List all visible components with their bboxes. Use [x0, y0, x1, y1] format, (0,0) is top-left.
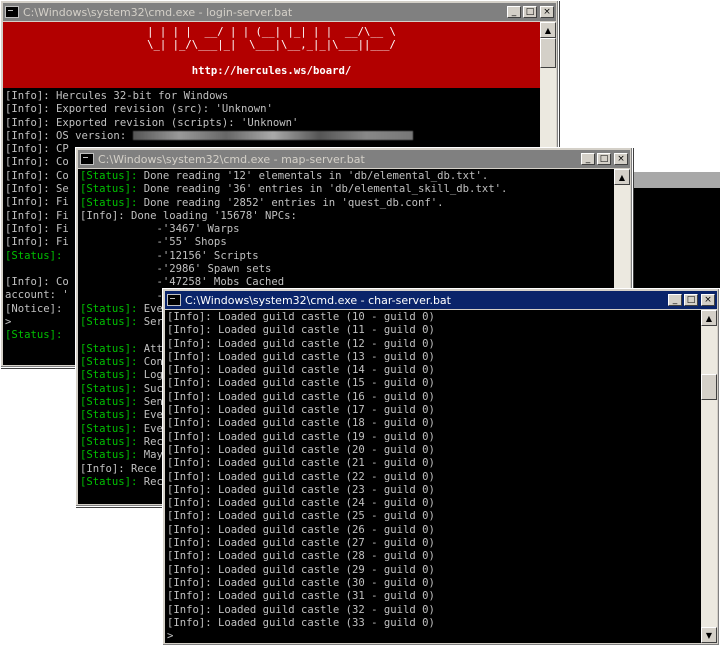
- char-server-window[interactable]: C:\Windows\system32\cmd.exe - char-serve…: [162, 288, 720, 646]
- close-button[interactable]: ×: [540, 6, 554, 18]
- minimize-button[interactable]: _: [668, 294, 682, 306]
- close-button[interactable]: ×: [614, 153, 628, 165]
- log-line: [Info]: Loaded guild castle (16 - guild …: [167, 390, 435, 403]
- log-line: [Info]: Loaded guild castle (22 - guild …: [167, 470, 435, 483]
- log-line: [Info]: Loaded guild castle (23 - guild …: [167, 483, 435, 496]
- log-line: [Info]: Exported revision (src): 'Unknow…: [5, 103, 273, 116]
- log-line: [Info]: Loaded guild castle (20 - guild …: [167, 443, 435, 456]
- log-line: [Info]: Loaded guild castle (24 - guild …: [167, 497, 435, 510]
- background-window-edge: [630, 172, 720, 188]
- log-line: [Status]: Done reading '12' elementals i…: [80, 170, 489, 182]
- log-line: [Info]: Loaded guild castle (18 - guild …: [167, 417, 435, 430]
- char-console-output[interactable]: [Info]: Loaded guild castle (10 - guild …: [165, 310, 701, 643]
- log-line: [Info]: Loaded guild castle (17 - guild …: [167, 404, 435, 417]
- log-line: [Info]: Loaded guild castle (19 - guild …: [167, 430, 435, 443]
- log-line: [Info]: Loaded guild castle (32 - guild …: [167, 603, 435, 616]
- log-line: [Info]: Loaded guild castle (21 - guild …: [167, 457, 435, 470]
- minimize-button[interactable]: _: [507, 6, 521, 18]
- maximize-button[interactable]: □: [523, 6, 537, 18]
- log-line: [Info]: Loaded guild castle (14 - guild …: [167, 364, 435, 377]
- log-line: [Info]: Loaded guild castle (11 - guild …: [167, 324, 435, 337]
- log-line: [Info]: Loaded guild castle (26 - guild …: [167, 523, 435, 536]
- banner-url: http://hercules.ws/board/: [191, 65, 352, 77]
- log-line: [Info]: Exported revision (scripts): 'Un…: [5, 116, 299, 129]
- hercules-banner: | | | | __/ | | (__| |_| | | __/\__ \ \_…: [3, 22, 540, 88]
- cmd-icon[interactable]: [5, 6, 19, 18]
- banner-line: \_| |_/\___|_| \___|\__,_|_|\___||___/: [147, 39, 396, 51]
- cmd-icon[interactable]: [80, 153, 94, 165]
- scroll-thumb[interactable]: [540, 38, 556, 68]
- log-line: [Info]: Loaded guild castle (30 - guild …: [167, 576, 435, 589]
- log-line: [Info]: Loaded guild castle (31 - guild …: [167, 590, 435, 603]
- banner-line: [3, 52, 540, 65]
- log-line: [Info]: Loaded guild castle (25 - guild …: [167, 510, 435, 523]
- log-line: [Info]: Loaded guild castle (13 - guild …: [167, 350, 435, 363]
- minimize-button[interactable]: _: [581, 153, 595, 165]
- redacted-os-version: [132, 131, 413, 141]
- log-line: -'3467' Warps: [80, 223, 240, 236]
- char-log-lines: [Info]: Loaded guild castle (10 - guild …: [165, 310, 701, 643]
- log-line: -'12156' Scripts: [80, 249, 259, 262]
- char-server-titlebar[interactable]: C:\Windows\system32\cmd.exe - char-serve…: [165, 291, 717, 309]
- log-line: [Info]: Loaded guild castle (10 - guild …: [167, 311, 435, 323]
- log-line: [Info]: Done loading '15678' NPCs:: [80, 209, 297, 222]
- command-prompt[interactable]: >: [165, 630, 701, 643]
- log-line: [Info]: Loaded guild castle (28 - guild …: [167, 550, 435, 563]
- log-line: [Status]: Done reading '2852' entries in…: [80, 196, 444, 209]
- maximize-button[interactable]: □: [684, 294, 698, 306]
- log-line: -'55' Shops: [80, 236, 227, 249]
- background-console-area: [630, 188, 720, 288]
- close-button[interactable]: ×: [701, 294, 715, 306]
- window-title: C:\Windows\system32\cmd.exe - login-serv…: [23, 5, 293, 19]
- log-line: [Info]: OS version:: [3, 130, 540, 143]
- log-line: [Info]: Loaded guild castle (29 - guild …: [167, 563, 435, 576]
- scroll-up-button[interactable]: ▲: [540, 22, 556, 38]
- log-line: -'2986' Spawn sets: [80, 263, 272, 276]
- scroll-up-button[interactable]: ▲: [614, 169, 630, 185]
- log-line: [Info]: Loaded guild castle (27 - guild …: [167, 537, 435, 550]
- scroll-thumb[interactable]: [701, 374, 717, 400]
- login-server-titlebar[interactable]: C:\Windows\system32\cmd.exe - login-serv…: [3, 3, 556, 21]
- log-line: [Info]: Loaded guild castle (15 - guild …: [167, 377, 435, 390]
- maximize-button[interactable]: □: [597, 153, 611, 165]
- log-line: [Status]: Done reading '36' entries in '…: [80, 183, 508, 196]
- banner-line: | | | | __/ | | (__| |_| | | __/\__ \: [147, 26, 396, 38]
- window-title: C:\Windows\system32\cmd.exe - map-server…: [98, 152, 365, 166]
- log-line: [Info]: Loaded guild castle (12 - guild …: [167, 337, 435, 350]
- log-line: [Info]: Hercules 32-bit for Windows: [5, 90, 229, 102]
- scroll-up-button[interactable]: ▲: [701, 310, 717, 326]
- cmd-icon[interactable]: [167, 294, 181, 306]
- log-line: [Info]: Loaded guild castle (33 - guild …: [167, 616, 435, 629]
- scroll-down-button[interactable]: ▼: [701, 627, 717, 643]
- map-server-titlebar[interactable]: C:\Windows\system32\cmd.exe - map-server…: [78, 150, 630, 168]
- char-scrollbar[interactable]: ▲ ▼: [701, 310, 717, 643]
- window-title: C:\Windows\system32\cmd.exe - char-serve…: [185, 293, 451, 307]
